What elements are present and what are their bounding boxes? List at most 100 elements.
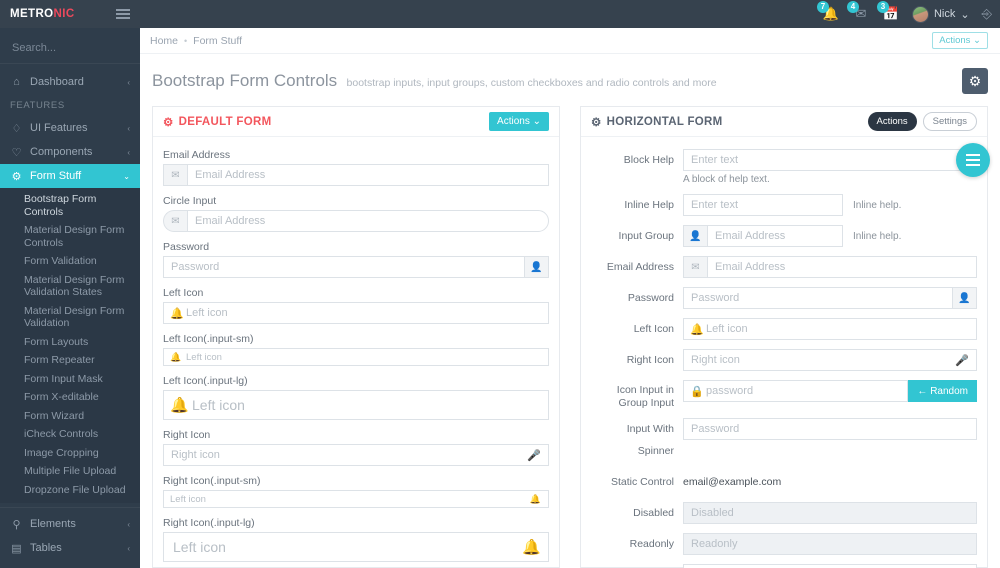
inbox-badge: 4 <box>846 1 859 13</box>
sidebar-subitem-image-cropping[interactable]: Image Cropping <box>0 444 140 463</box>
sidebar-subitem-dropzone-file-upload[interactable]: Dropzone File Upload <box>0 481 140 500</box>
field-email-address: Email Address ✉ <box>163 149 549 186</box>
sidebar-toggle-icon[interactable] <box>116 9 130 19</box>
brand-bar: METRONIC <box>0 0 140 28</box>
user-menu[interactable]: Nick ⌄ <box>911 5 970 23</box>
inline-help-input[interactable] <box>683 194 843 216</box>
input-group-password: 👤 <box>163 256 549 278</box>
dropdown-select[interactable] <box>683 564 977 568</box>
email-address-input[interactable] <box>187 164 549 186</box>
sidebar-divider <box>0 507 140 508</box>
sidebar-subitem-bootstrap-form-controls[interactable]: Bootstrap Form Controls <box>0 190 140 221</box>
sidebar-subitem-form-wizard[interactable]: Form Wizard <box>0 407 140 426</box>
default-form-body: Email Address ✉ Circle Input ✉ <box>153 137 559 562</box>
notifications-button[interactable]: 🔔 7 <box>816 1 840 23</box>
block-help-input[interactable] <box>683 149 977 171</box>
hf-email-address-input[interactable] <box>707 256 977 278</box>
left-icon-sm-wrap: 🔔 <box>163 348 549 366</box>
tasks-button[interactable]: 📅 3 <box>876 1 900 23</box>
sidebar-subitem-icheck-controls[interactable]: iCheck Controls <box>0 425 140 444</box>
sidebar-subitem-material-design-form-controls[interactable]: Material Design Form Controls <box>0 221 140 252</box>
page-header: Bootstrap Form Controls bootstrap inputs… <box>140 54 1000 106</box>
icon-group-password-input[interactable] <box>683 380 909 402</box>
sidebar-subitem-multiple-file-upload[interactable]: Multiple File Upload <box>0 462 140 481</box>
horizontal-form-actions-button[interactable]: Actions <box>867 112 917 131</box>
input-group: 👤 <box>683 287 977 309</box>
sidebar-subitem-material-design-form-validation[interactable]: Material Design Form Validation <box>0 302 140 333</box>
bulb-icon: ⚲ <box>12 518 21 531</box>
page-settings-button[interactable]: ⚙ <box>962 68 988 94</box>
left-icon-sm-input[interactable] <box>163 348 549 366</box>
password-input[interactable] <box>163 256 525 278</box>
hf-left-icon-input[interactable] <box>683 318 977 340</box>
row-disabled: Disabled <box>591 502 977 524</box>
field-password: Password 👤 <box>163 241 549 278</box>
sidebar-subitem-material-design-form-validation-states[interactable]: Material Design Form Validation States <box>0 271 140 302</box>
sidebar-item-ui-features[interactable]: ♢ UI Features ‹ <box>0 116 140 140</box>
sidebar-item-components[interactable]: ♡ Components ‹ <box>0 140 140 164</box>
row-label: Password <box>627 292 674 304</box>
quick-sidebar-toggle-button[interactable] <box>956 143 990 177</box>
content-area: ⚙ DEFAULT FORM Actions ⌄ Email Address ✉… <box>140 106 1000 568</box>
notifications-badge: 7 <box>816 1 829 13</box>
sidebar-subitem-form-repeater[interactable]: Form Repeater <box>0 351 140 370</box>
chevron-left-icon: ‹ <box>127 543 130 553</box>
field-label: Right Icon <box>163 429 211 441</box>
horizontal-form-header-actions: Actions Settings <box>867 112 977 131</box>
horizontal-form-column: ⚙ HORIZONTAL FORM Actions Settings Block… <box>570 106 988 568</box>
input-group-input[interactable] <box>707 225 843 247</box>
horizontal-form-settings-button[interactable]: Settings <box>922 112 977 131</box>
right-icon-sm-input[interactable] <box>163 490 549 508</box>
sidebar-item-dashboard[interactable]: ⌂ Dashboard ‹ <box>0 70 140 94</box>
field-label: Left Icon(.input-lg) <box>163 375 248 387</box>
inbox-button[interactable]: ✉ 4 <box>846 1 870 23</box>
row-static-control: Static Control email@example.com <box>591 471 977 493</box>
row-inline-help: Inline Help Inline help. <box>591 194 977 216</box>
row-password: Password 👤 <box>591 287 977 309</box>
hf-right-icon-input[interactable] <box>683 349 977 371</box>
right-icon-input[interactable] <box>163 444 549 466</box>
arrow-left-icon: ← <box>917 385 928 397</box>
hf-password-input[interactable] <box>683 287 953 309</box>
sidebar-nav: ⌂ Dashboard ‹ FEATURES ♢ UI Features ‹ ♡… <box>0 64 140 568</box>
breadcrumb-home[interactable]: Home <box>150 35 178 47</box>
random-button[interactable]: ← Random <box>908 380 977 402</box>
circle-input[interactable] <box>187 210 549 232</box>
row-right-icon: Right Icon 🎤 <box>591 349 977 371</box>
left-icon-wrap: 🔔 <box>163 302 549 324</box>
row-label: Right Icon <box>626 354 674 366</box>
sidebar-subitem-form-layouts[interactable]: Form Layouts <box>0 333 140 352</box>
inline-help-text: Inline help. <box>853 199 902 211</box>
chevron-down-icon: ⌄ <box>532 116 541 127</box>
page-actions-button[interactable]: Actions ⌄ <box>932 32 988 49</box>
row-dropdown: Dropdown ▾ <box>591 564 977 568</box>
left-icon-input[interactable] <box>163 302 549 324</box>
page-title-wrap: Bootstrap Form Controls bootstrap inputs… <box>152 71 717 91</box>
default-form-portlet: ⚙ DEFAULT FORM Actions ⌄ Email Address ✉… <box>152 106 560 568</box>
block-help-text: A block of help text. <box>683 174 770 185</box>
gear-icon: ⚙ <box>11 170 22 183</box>
default-form-column: ⚙ DEFAULT FORM Actions ⌄ Email Address ✉… <box>152 106 570 568</box>
readonly-input[interactable] <box>683 533 977 555</box>
gear-icon: ⚙ <box>591 116 602 129</box>
sidebar-item-tables[interactable]: ▤ Tables ‹ <box>0 536 140 560</box>
field-label: Password <box>163 241 210 253</box>
row-label: Input Group <box>618 230 674 242</box>
chevron-left-icon: ‹ <box>127 147 130 157</box>
page-subtitle: bootstrap inputs, input groups, custom c… <box>346 77 717 89</box>
search-input[interactable] <box>12 41 140 54</box>
logout-icon[interactable]: ⎆ <box>982 6 992 22</box>
right-icon-lg-input[interactable] <box>163 532 549 562</box>
sidebar-item-form-stuff[interactable]: ⚙ Form Stuff ⌄ <box>0 164 140 188</box>
sidebar-search[interactable]: ⚲ <box>0 32 140 64</box>
sidebar-item-label: Form Stuff <box>30 170 82 182</box>
spinner-input[interactable] <box>683 418 977 440</box>
sidebar-item-label: Elements <box>30 518 76 530</box>
avatar <box>911 5 929 23</box>
sidebar-subitem-form-input-mask[interactable]: Form Input Mask <box>0 370 140 389</box>
left-icon-lg-input[interactable] <box>163 390 549 420</box>
default-form-actions-button[interactable]: Actions ⌄ <box>489 112 549 131</box>
sidebar-subitem-form-validation[interactable]: Form Validation <box>0 252 140 271</box>
sidebar-subitem-form-x-editable[interactable]: Form X-editable <box>0 388 140 407</box>
sidebar-item-elements[interactable]: ⚲ Elements ‹ <box>0 512 140 536</box>
